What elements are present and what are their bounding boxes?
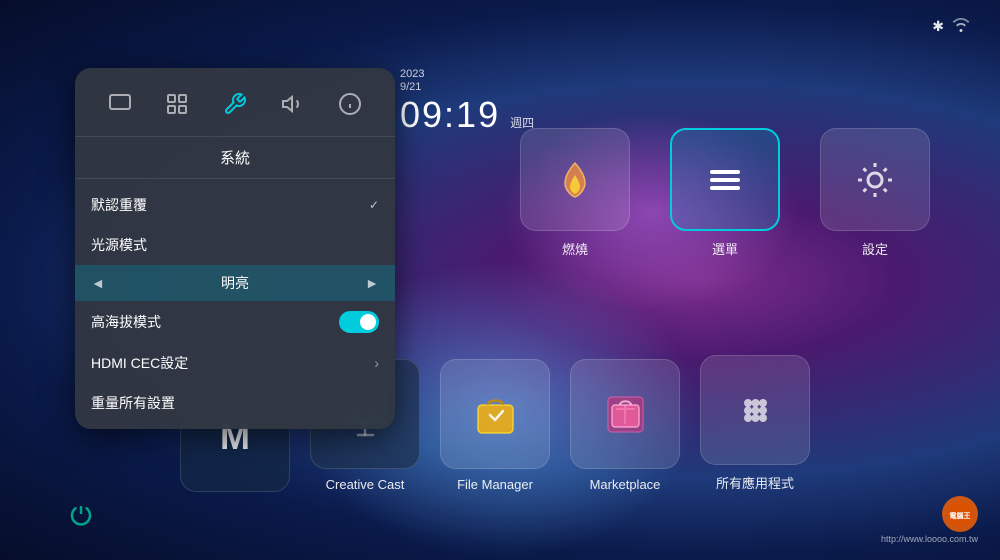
watermark-url: http://www.loooo.com.tw	[881, 534, 978, 544]
app-item-settings[interactable]: 設定	[810, 128, 940, 258]
svg-text:電腦王: 電腦王	[950, 511, 971, 520]
power-button[interactable]	[70, 504, 92, 532]
demo-mode-check: ✓	[369, 198, 379, 212]
app-label-marketplace: Marketplace	[590, 477, 661, 492]
brightness-row: ◄ 明亮 ►	[75, 265, 395, 301]
watermark: 電腦王 http://www.loooo.com.tw	[881, 496, 978, 544]
brightness-right-arrow[interactable]: ►	[365, 275, 379, 291]
tab-audio[interactable]	[271, 82, 315, 126]
high-altitude-label: 高海拔模式	[91, 312, 339, 332]
app-label-settings: 設定	[862, 239, 888, 258]
system-menu: 系統 默認重覆 ✓ 光源模式 ◄ 明亮 ► 高海拔模式	[75, 68, 395, 429]
brightness-value: 明亮	[115, 273, 355, 293]
light-mode-label: 光源模式	[91, 235, 379, 255]
app-icon-menu	[670, 128, 780, 231]
app-item-karaoke[interactable]: 燃燒	[510, 128, 640, 258]
watermark-icon: 電腦王	[942, 496, 978, 532]
bluetooth-icon: ✱	[932, 18, 944, 35]
time-display: 2023 9/21 09:19 週四	[400, 68, 534, 136]
app-icon-marketplace	[570, 359, 680, 469]
app-label-karaoke: 燃燒	[562, 239, 588, 258]
app-icon-karaoke	[520, 128, 630, 231]
date-display: 2023 9/21	[400, 68, 534, 94]
reset-label: 重量所有設置	[91, 393, 379, 413]
app-label-all-apps: 所有應用程式	[716, 473, 794, 492]
tab-system[interactable]	[213, 82, 257, 126]
brightness-left-arrow[interactable]: ◄	[91, 275, 105, 291]
app-item-menu[interactable]: 選單	[660, 128, 790, 258]
high-altitude-toggle[interactable]	[339, 311, 379, 333]
tab-settings2[interactable]	[155, 82, 199, 126]
tab-info[interactable]	[328, 82, 372, 126]
menu-item-light-mode[interactable]: 光源模式	[75, 225, 395, 265]
tab-display[interactable]	[98, 82, 142, 126]
time-clock: 09:19	[400, 94, 500, 136]
status-bar: ✱	[932, 18, 970, 35]
menu-items-list: 默認重覆 ✓ 光源模式 ◄ 明亮 ► 高海拔模式 HDMI CEC設定 ›	[75, 179, 395, 429]
menu-item-high-altitude[interactable]: 高海拔模式	[75, 301, 395, 343]
app-item-file-manager[interactable]: File Manager	[440, 359, 550, 492]
menu-tab-bar	[75, 68, 395, 137]
app-item-marketplace[interactable]: Marketplace	[570, 359, 680, 492]
demo-mode-label: 默認重覆	[91, 195, 369, 215]
wifi-icon	[952, 18, 970, 35]
hdmi-cec-arrow: ›	[374, 355, 379, 371]
app-label-creative-cast: Creative Cast	[326, 477, 405, 492]
app-icon-all-apps	[700, 355, 810, 465]
screen-frame: ✱ 2023 9/21 09:19 週四	[10, 8, 990, 552]
menu-item-reset[interactable]: 重量所有設置	[75, 383, 395, 423]
menu-item-demo-mode[interactable]: 默認重覆 ✓	[75, 185, 395, 225]
menu-title: 系統	[75, 137, 395, 179]
app-icon-settings	[820, 128, 930, 231]
hdmi-cec-label: HDMI CEC設定	[91, 353, 374, 373]
app-item-all-apps[interactable]: 所有應用程式	[700, 355, 810, 492]
app-label-file-manager: File Manager	[457, 477, 533, 492]
menu-item-hdmi-cec[interactable]: HDMI CEC設定 ›	[75, 343, 395, 383]
app-label-menu: 選單	[712, 239, 738, 258]
app-icon-file-manager	[440, 359, 550, 469]
